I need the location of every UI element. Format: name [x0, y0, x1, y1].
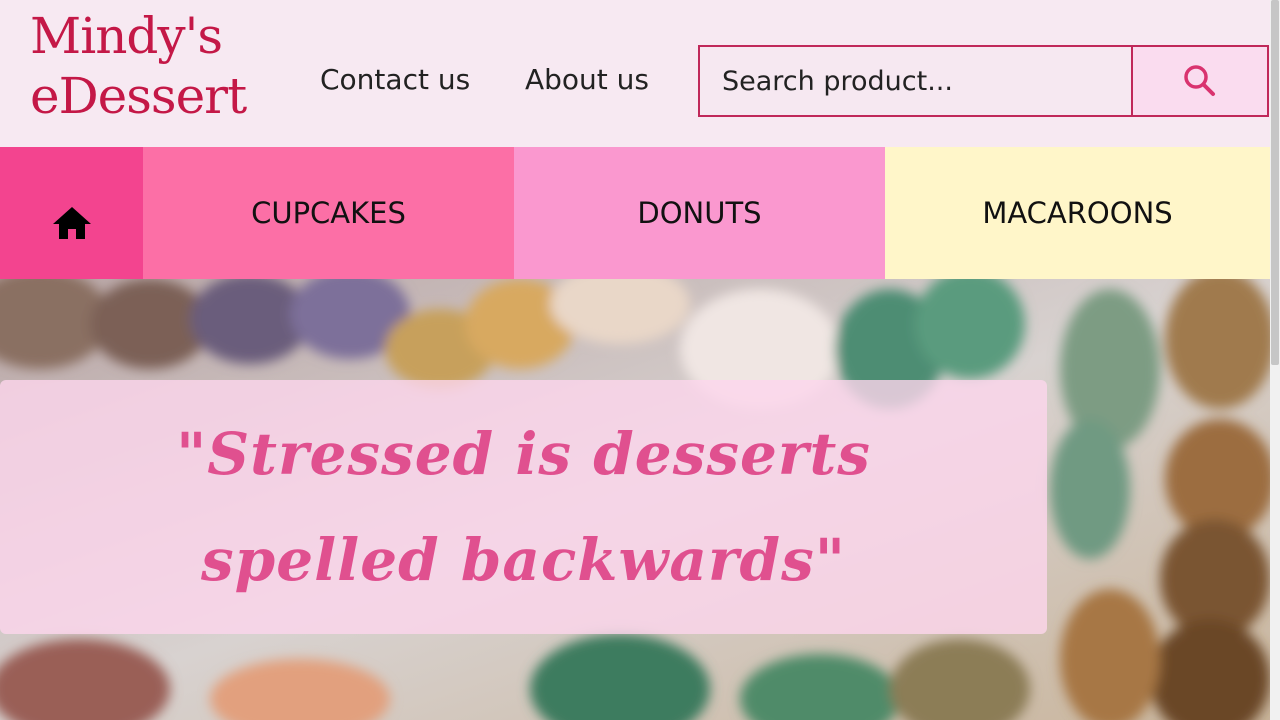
quote-box: "Stressed is desserts spelled backwards": [0, 380, 1047, 634]
site-header: Mindy's eDessert Contact us About us: [0, 0, 1270, 147]
nav-home[interactable]: [0, 147, 143, 279]
hero-banner: "Stressed is desserts spelled backwards": [0, 279, 1270, 720]
page-scrollbar[interactable]: [1270, 0, 1280, 720]
logo-line-1: Mindy's: [30, 7, 223, 65]
home-icon: [52, 207, 91, 239]
search-button[interactable]: [1130, 47, 1267, 115]
logo-line-2: eDessert: [30, 67, 247, 125]
scrollbar-thumb[interactable]: [1271, 0, 1279, 365]
contact-us-link[interactable]: Contact us: [320, 60, 470, 100]
search-input[interactable]: [700, 47, 1131, 115]
search-icon: [1184, 65, 1215, 96]
nav-macaroons[interactable]: MACAROONS: [885, 147, 1270, 279]
site-logo[interactable]: Mindy's eDessert: [30, 6, 247, 126]
about-us-link[interactable]: About us: [525, 60, 649, 100]
hero-quote: "Stressed is desserts spelled backwards": [176, 420, 871, 594]
nav-donuts[interactable]: DONUTS: [514, 147, 885, 279]
nav-cupcakes[interactable]: CUPCAKES: [143, 147, 514, 279]
category-nav: CUPCAKES DONUTS MACAROONS: [0, 147, 1270, 279]
search-bar: [698, 45, 1269, 117]
